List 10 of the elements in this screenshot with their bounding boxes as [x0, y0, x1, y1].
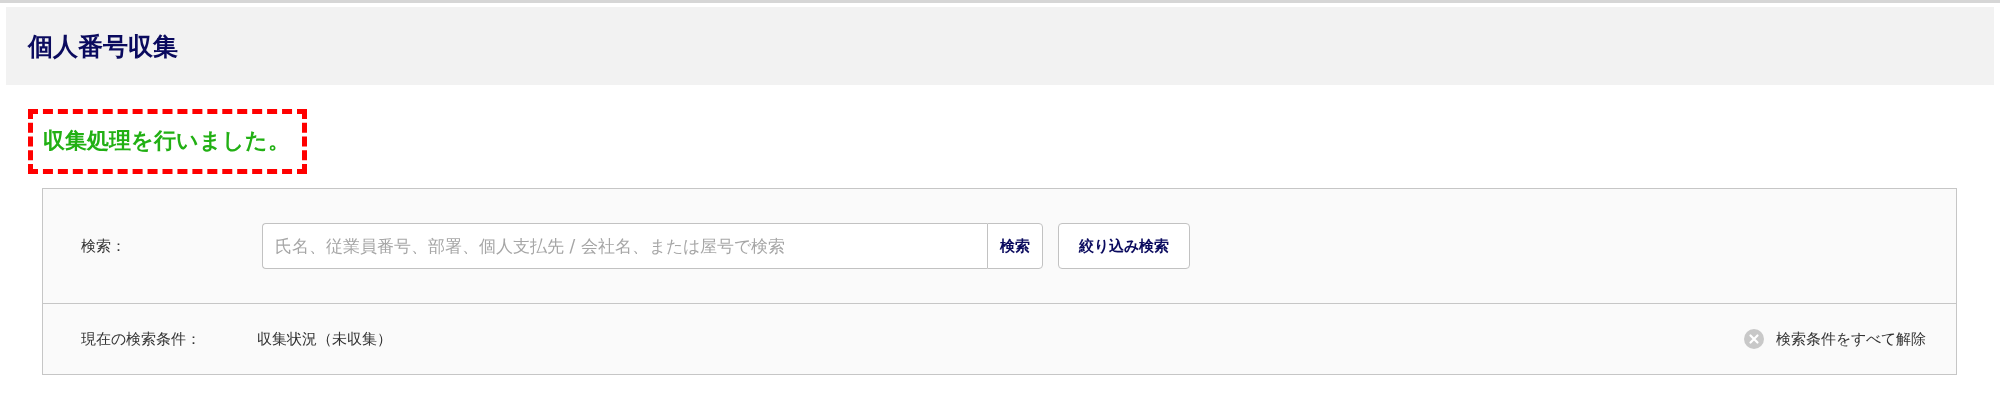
- search-field[interactable]: 氏名、従業員番号、部署、個人支払先 / 会社名、または屋号で検索: [262, 223, 987, 269]
- search-button[interactable]: 検索: [987, 223, 1043, 269]
- page-title: 個人番号収集: [28, 30, 178, 63]
- filter-search-button[interactable]: 絞り込み検索: [1058, 223, 1190, 269]
- clear-conditions-button[interactable]: 検索条件をすべて解除: [1744, 329, 1926, 349]
- conditions-value: 収集状況（未収集）: [257, 329, 392, 349]
- clear-icon: [1744, 329, 1764, 349]
- conditions-label: 現在の検索条件：: [81, 329, 202, 349]
- success-message: 収集処理を行いました。: [28, 109, 307, 174]
- search-label: 検索：: [81, 236, 127, 256]
